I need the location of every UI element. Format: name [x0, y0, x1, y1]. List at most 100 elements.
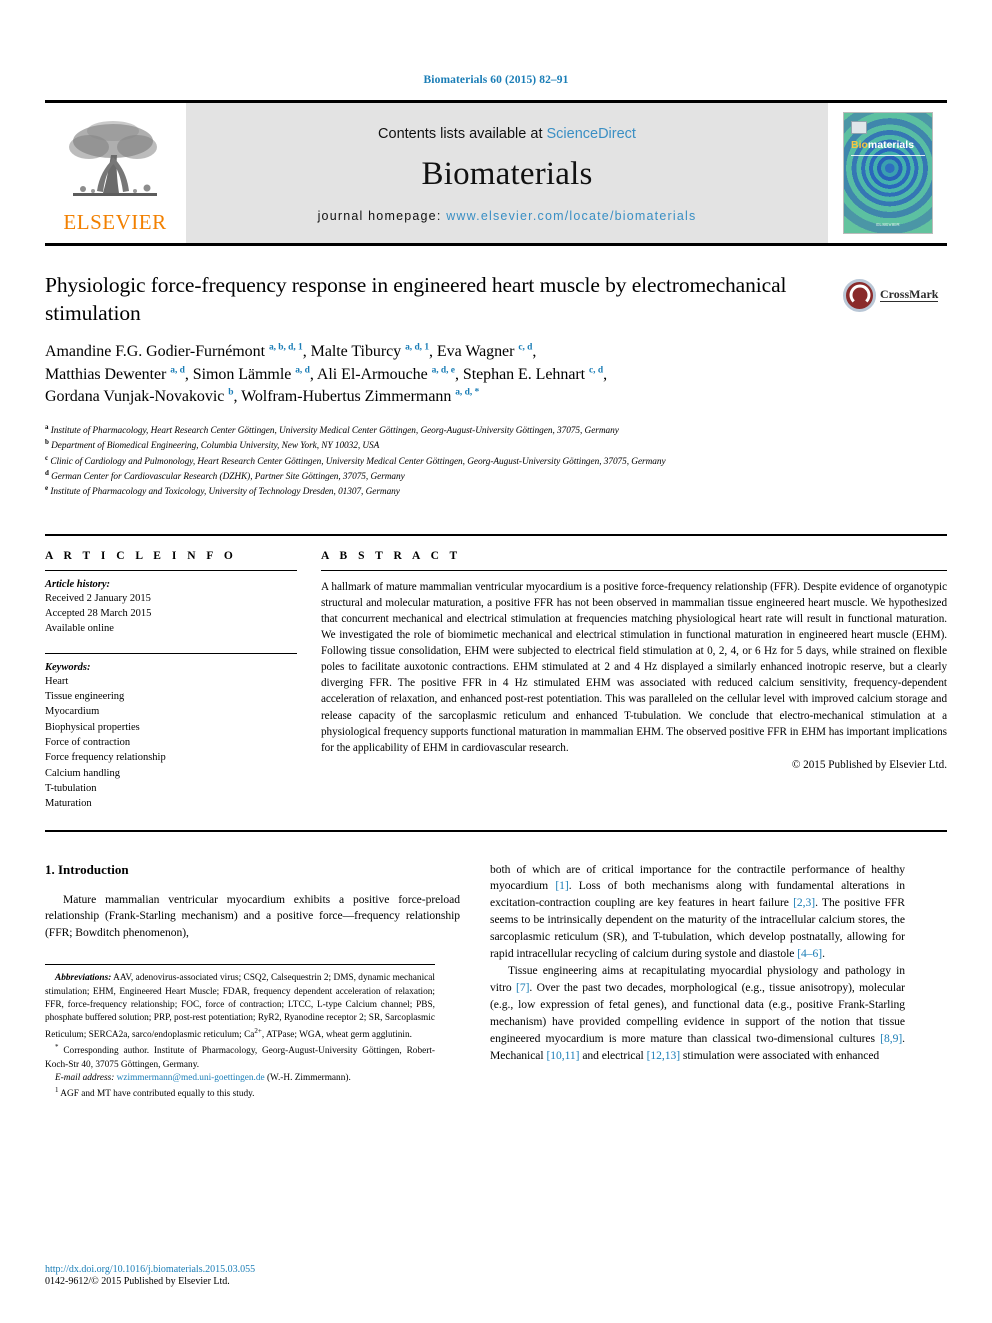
keyword-item: Force frequency relationship	[45, 752, 166, 764]
affiliation-item: c Clinic of Cardiology and Pulmonology, …	[45, 454, 947, 469]
affiliation-item: e Institute of Pharmacology and Toxicolo…	[45, 484, 947, 499]
intro-right-2-end: stimulation were associated with enhance…	[680, 1048, 880, 1062]
body-column-right: both of which are of critical importance…	[490, 862, 905, 1102]
abstract-text: A hallmark of mature mammalian ventricul…	[321, 580, 947, 754]
footnote-abbreviations: Abbreviations: AAV, adenovirus-associate…	[45, 972, 435, 1042]
journal-cover-thumbnail: Biomaterials ELSEVIER	[843, 112, 933, 234]
citation-ref-3[interactable]: [4–6]	[797, 947, 822, 960]
intro-paragraph-right-2: Tissue engineering aims at recapitulatin…	[490, 963, 905, 1065]
citation-ref-7[interactable]: [12,13]	[647, 1049, 681, 1062]
body-columns: 1. Introduction Mature mammalian ventric…	[45, 862, 947, 1102]
article-page: Biomaterials 60 (2015) 82–91 ELSEVIER Co…	[0, 0, 992, 1323]
affiliation-list: a Institute of Pharmacology, Heart Resea…	[45, 423, 947, 499]
info-abstract-panel: A R T I C L E I N F O Article history: R…	[45, 533, 947, 832]
elsevier-logo: ELSEVIER	[45, 103, 185, 243]
article-info-divider	[45, 569, 297, 571]
article-info-column: A R T I C L E I N F O Article history: R…	[45, 550, 313, 812]
affiliation-text: Institute of Pharmacology and Toxicology…	[50, 487, 400, 498]
affiliation-text: Department of Biomedical Engineering, Co…	[51, 441, 380, 452]
keyword-item: Force of contraction	[45, 736, 131, 748]
issn-copyright-line: 0142-9612/© 2015 Published by Elsevier L…	[45, 1276, 230, 1287]
elsevier-wordmark: ELSEVIER	[63, 210, 167, 234]
intro-paragraph-left: Mature mammalian ventricular myocardium …	[45, 892, 460, 940]
crossmark-badge[interactable]: CrossMark	[843, 272, 947, 318]
affiliation-item: b Department of Biomedical Engineering, …	[45, 438, 947, 453]
crossmark-icon	[843, 278, 876, 312]
intro-right-2-mid3: and electrical	[579, 1048, 647, 1062]
keyword-item: Biophysical properties	[45, 721, 140, 733]
affiliation-marker: a	[45, 423, 49, 432]
abstract-column: A B S T R A C T A hallmark of mature mam…	[313, 550, 947, 812]
citation-ref-6[interactable]: [10,11]	[546, 1049, 579, 1062]
journal-homepage-link[interactable]: www.elsevier.com/locate/biomaterials	[446, 209, 696, 223]
abstract-copyright: © 2015 Published by Elsevier Ltd.	[791, 758, 947, 771]
footnote-email: E-mail address: wzimmermann@med.uni-goet…	[45, 1072, 435, 1085]
journal-name: Biomaterials	[421, 155, 593, 192]
article-info-spacer	[45, 637, 297, 653]
article-history-received: Received 2 January 2015	[45, 592, 151, 604]
keyword-item: Tissue engineering	[45, 690, 125, 702]
email-suffix: (W.-H. Zimmermann).	[264, 1073, 351, 1084]
section-heading-introduction: 1. Introduction	[45, 861, 129, 877]
journal-masthead: ELSEVIER Contents lists available at Sci…	[45, 100, 947, 246]
article-history-accepted: Accepted 28 March 2015	[45, 607, 152, 619]
journal-cover-container: Biomaterials ELSEVIER	[829, 103, 947, 243]
masthead-center: Contents lists available at ScienceDirec…	[185, 103, 829, 243]
email-link[interactable]: wzimmermann@med.uni-goettingen.de	[117, 1073, 265, 1083]
affiliation-marker: c	[45, 453, 49, 462]
doi-link[interactable]: http://dx.doi.org/10.1016/j.biomaterials…	[45, 1264, 255, 1275]
affiliation-marker: d	[45, 469, 49, 478]
cover-title: Biomaterials	[851, 139, 914, 151]
footnote-corresponding-author: * Corresponding author. Institute of Pha…	[45, 1042, 435, 1072]
citation-ref-2[interactable]: [2,3]	[793, 896, 815, 909]
keyword-item: Myocardium	[45, 706, 100, 718]
affiliation-text: German Center for Cardiovascular Researc…	[51, 472, 405, 483]
citation-ref-4[interactable]: [7]	[516, 981, 529, 994]
title-block: Physiologic force-frequency response in …	[45, 272, 947, 409]
email-label: E-mail address:	[55, 1073, 115, 1084]
elsevier-tree-icon	[69, 121, 157, 196]
cover-title-bio: Bio	[851, 139, 868, 151]
keyword-item: Heart	[45, 675, 69, 687]
affiliation-item: d German Center for Cardiovascular Resea…	[45, 469, 947, 484]
abstract-heading: A B S T R A C T	[321, 549, 462, 562]
keyword-item: Maturation	[45, 798, 92, 810]
crossmark-label: CrossMark	[880, 286, 939, 303]
footnote-equal-contribution: 1 AGF and MT have contributed equally to…	[45, 1085, 435, 1101]
journal-homepage-line: journal homepage: www.elsevier.com/locat…	[318, 209, 697, 223]
intro-right-2-mid: . Over the past two decades, morphologic…	[490, 980, 905, 1045]
body-column-left: 1. Introduction Mature mammalian ventric…	[45, 862, 460, 1102]
article-history-available: Available online	[45, 623, 114, 635]
page-title: Physiologic force-frequency response in …	[45, 273, 787, 325]
keywords-label: Keywords:	[45, 661, 91, 673]
running-head: Biomaterials 60 (2015) 82–91	[423, 74, 569, 86]
intro-right-1-end: .	[822, 947, 825, 961]
affiliation-item: a Institute of Pharmacology, Heart Resea…	[45, 423, 947, 438]
affiliation-text: Institute of Pharmacology, Heart Researc…	[50, 426, 619, 437]
article-history-label: Article history:	[45, 578, 111, 590]
journal-homepage-label: journal homepage:	[317, 208, 447, 223]
cover-title-rest: materials	[867, 139, 915, 151]
affiliation-marker: e	[45, 484, 49, 493]
article-info-heading: A R T I C L E I N F O	[45, 549, 237, 562]
contents-lists-prefix: Contents lists available at	[378, 125, 547, 142]
cover-divider	[851, 155, 925, 156]
contents-lists-line: Contents lists available at ScienceDirec…	[378, 126, 636, 142]
abbreviations-label: Abbreviations:	[55, 973, 112, 984]
affiliation-text: Clinic of Cardiology and Pulmonology, He…	[50, 456, 666, 467]
corresponding-author-text: Corresponding author. Institute of Pharm…	[45, 1046, 435, 1070]
footnote-block: Abbreviations: AAV, adenovirus-associate…	[45, 964, 435, 1102]
cover-publisher-badge-icon	[851, 121, 867, 134]
citation-ref-1[interactable]: [1]	[555, 879, 568, 892]
citation-ref-5[interactable]: [8,9]	[880, 1032, 902, 1045]
doi-footer: http://dx.doi.org/10.1016/j.biomaterials…	[45, 1264, 255, 1287]
intro-paragraph-right-1: both of which are of critical importance…	[490, 862, 905, 964]
keyword-item: Calcium handling	[45, 767, 120, 779]
author-list: Amandine F.G. Godier-Furnémont a, b, d, …	[45, 342, 608, 406]
keyword-item: T-tubulation	[45, 782, 97, 794]
abstract-divider	[321, 569, 947, 571]
affiliation-marker: b	[45, 438, 49, 447]
sciencedirect-link[interactable]: ScienceDirect	[547, 126, 636, 142]
cover-footer-text: ELSEVIER	[876, 222, 900, 227]
equal-contribution-text: AGF and MT have contributed equally to t…	[58, 1089, 255, 1100]
